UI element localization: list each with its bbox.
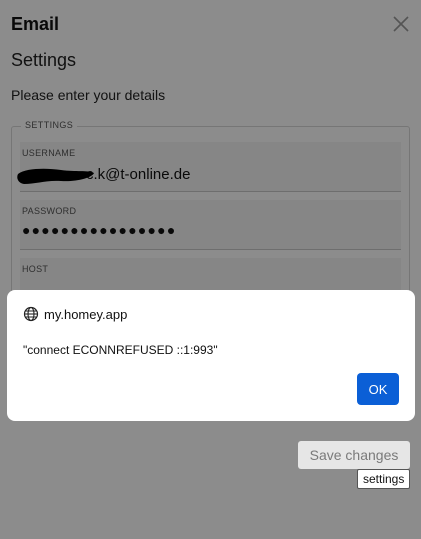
alert-dialog: my.homey.app "connect ECONNREFUSED ::1:9… <box>7 290 415 421</box>
tooltip: settings <box>357 469 411 489</box>
dialog-origin-text: my.homey.app <box>44 306 128 322</box>
globe-icon <box>23 306 39 322</box>
ok-button[interactable]: OK <box>357 373 399 405</box>
dialog-message: "connect ECONNREFUSED ::1:993" <box>23 343 218 357</box>
dialog-origin: my.homey.app <box>23 306 127 322</box>
save-changes-button[interactable]: Save changes <box>298 441 410 469</box>
